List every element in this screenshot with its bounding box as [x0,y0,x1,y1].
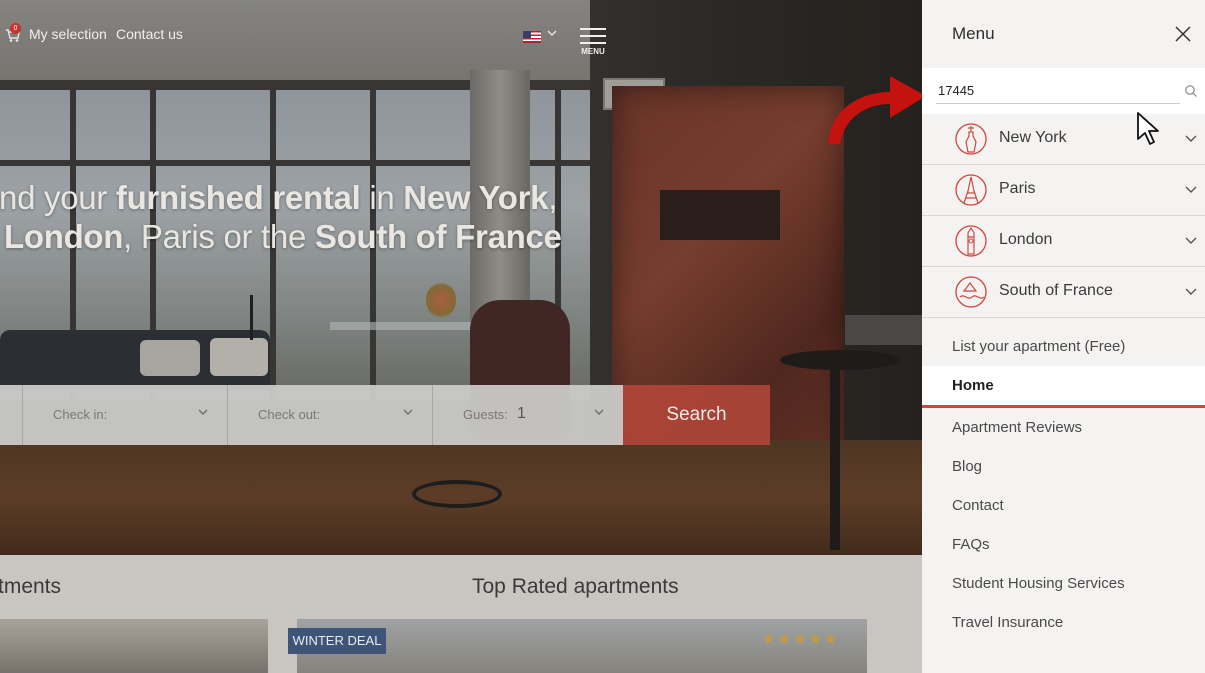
menu-search-box [922,68,1205,114]
city-item-south-of-france[interactable]: South of France [922,267,1205,318]
city-label: London [999,231,1053,248]
hamburger-line [580,35,606,37]
booking-search-bar: Check in: Check out: Guests: 1 Search [0,385,770,445]
south-of-france-icon [955,276,987,308]
destination-field[interactable] [0,385,23,445]
city-item-paris[interactable]: Paris [922,165,1205,216]
annotation-arrow-icon [828,76,926,144]
headline-text: ind your [0,179,116,216]
guests-field[interactable]: Guests: 1 [433,385,623,445]
menu-item-faqs[interactable]: FAQs [952,536,990,553]
chevron-down-icon [594,409,604,415]
menu-item-apartment-reviews[interactable]: Apartment Reviews [952,419,1082,436]
my-selection-link[interactable]: My selection [29,26,107,42]
menu-search-input[interactable] [936,80,1180,104]
statue-of-liberty-icon [955,123,987,155]
section-title-left: tments [0,575,62,598]
big-ben-icon [955,225,987,257]
home-label: Home [952,377,994,394]
mouse-cursor-icon [1137,112,1159,145]
headline-bold: New York [403,179,549,216]
menu-button[interactable]: MENU [578,26,608,60]
headline-text: , Paris or the [123,218,315,255]
chevron-down-icon[interactable] [547,28,557,38]
check-in-field[interactable]: Check in: [23,385,228,445]
search-button[interactable]: Search [623,385,770,445]
apartment-card-image[interactable] [0,619,268,673]
side-menu-panel: Menu New York Paris London [922,0,1205,673]
guests-label: Guests: [463,407,508,422]
city-label: Paris [999,180,1036,197]
menu-item-contact[interactable]: Contact [952,497,1004,514]
cart-count-badge: 0 [10,23,21,34]
top-bar: 0 My selection Contact us MENU [0,20,922,56]
city-label: South of France [999,282,1113,299]
chevron-down-icon[interactable] [1184,134,1198,144]
listings-section: tments Top Rated apartments WINTER DEAL … [0,555,922,673]
menu-title: Menu [952,24,995,43]
headline-bold: furnished rental [115,179,361,216]
headline-text: , [548,179,558,216]
chevron-down-icon[interactable] [1184,287,1198,297]
chevron-down-icon[interactable] [1184,236,1198,246]
guests-value: 1 [517,405,526,422]
eiffel-tower-icon [955,174,987,206]
headline-bold: South of France [314,218,562,255]
menu-item-travel-insurance[interactable]: Travel Insurance [952,614,1063,631]
check-out-field[interactable]: Check out: [228,385,433,445]
headline-bold: London [4,218,124,255]
close-icon[interactable] [1175,26,1191,42]
check-in-label: Check in: [53,407,108,422]
hamburger-line [580,42,606,44]
rating-stars: ★★★★★ [762,630,840,648]
search-icon[interactable] [1184,84,1198,98]
hero-overlay [0,0,922,555]
us-flag-icon[interactable] [523,31,541,43]
hero-background [0,0,922,555]
city-item-london[interactable]: London [922,216,1205,267]
headline-text: in [360,179,404,216]
check-out-label: Check out: [258,407,321,422]
city-item-new-york[interactable]: New York [922,114,1205,165]
list-apartment-link[interactable]: List your apartment (Free) [952,338,1125,355]
section-title-top-rated: Top Rated apartments [472,575,679,598]
winter-deal-badge: WINTER DEAL [288,628,386,654]
menu-button-label: MENU [581,47,605,56]
chevron-down-icon[interactable] [1184,185,1198,195]
flag-canton [523,31,531,38]
hero-headline: ind your furnished rental in New York, L… [0,178,612,256]
chevron-down-icon [403,409,413,415]
menu-item-blog[interactable]: Blog [952,458,982,475]
chevron-down-icon [198,409,208,415]
contact-us-link[interactable]: Contact us [116,26,183,42]
city-label: New York [999,129,1067,146]
menu-item-student-housing[interactable]: Student Housing Services [952,575,1125,592]
menu-item-home[interactable]: Home [922,366,1205,408]
hamburger-line [580,28,606,30]
